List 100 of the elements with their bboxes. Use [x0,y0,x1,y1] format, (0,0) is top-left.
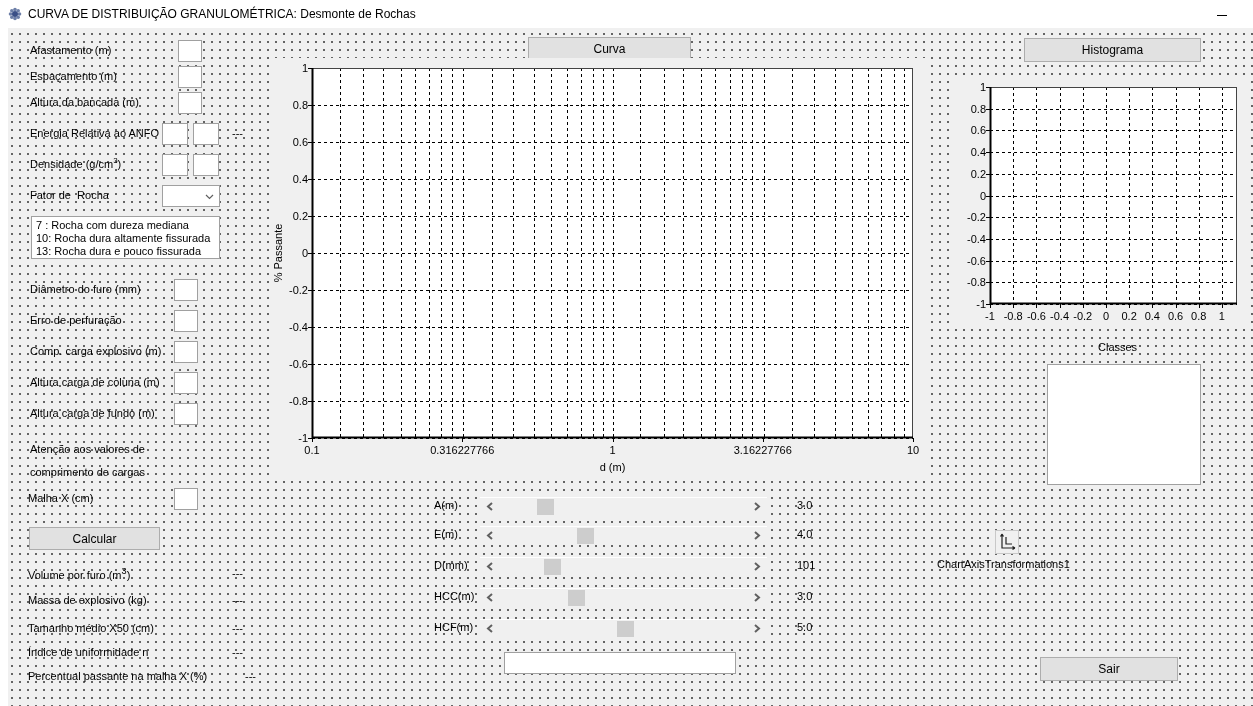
scrollbar-thumb[interactable] [544,559,562,575]
field-label: Espaçamento (m) [30,69,117,84]
field-label: Altura da bancada (m) [30,95,139,110]
result-label: Volume por furo (m$^{3}$) [28,564,131,583]
result-label: Percentual passante na malha X (%) [28,668,208,684]
tick-label: 1 [301,62,308,74]
tick-label: 0.6 [1167,310,1184,322]
result-label: Índice de uniformidade n [28,644,149,660]
chevron-right-icon[interactable] [753,531,761,540]
tick-label: 0.2 [292,210,308,222]
tick-label: -0.4 [289,321,308,333]
app-icon [8,7,22,21]
input-field[interactable] [178,92,202,114]
tick-label: 0.8 [970,102,986,115]
slider-value: 4.0 [797,527,813,542]
tick-label: -1 [985,310,995,322]
tick-label: 0 [979,189,986,202]
dropdown[interactable] [162,185,220,207]
value-text: --- [232,126,243,141]
chevron-left-icon[interactable] [486,593,494,602]
scrollbar-thumb[interactable] [617,621,635,637]
slider-value: 3.0 [797,498,813,513]
chart-component-icon[interactable] [995,530,1019,554]
tick-label: -0.8 [1003,310,1023,322]
tick-label: -0.6 [289,358,308,370]
tick-label: 10 [906,444,920,456]
tick-label: -0.4 [967,232,986,245]
field-label: Diâmetro do furo (mm) [30,282,141,297]
tick-label: 0.1 [304,444,320,456]
tick-label: 1 [979,81,986,93]
tick-label: -0.8 [967,276,986,289]
result-value: --- [232,565,244,581]
field-label: Afastamento (m) [30,43,112,58]
input-field[interactable] [178,40,202,62]
tick-label: 0.316227766 [430,444,495,456]
input-field[interactable] [174,372,198,394]
warning-text: comprimento de cargas [30,465,145,480]
chevron-right-icon[interactable] [753,593,761,602]
result-value: --- [232,620,244,636]
chevron-left-icon[interactable] [486,502,494,511]
tick-label: 0.8 [292,99,308,111]
histogram-button[interactable]: Histograma [1024,38,1201,62]
field-label: Malha X (cm) [28,491,94,506]
field-label: Altura carga de coluna (m) [30,375,160,390]
tick-label: -0.2 [967,211,986,224]
field-label: Altura carga de fundo (m) [30,406,155,421]
tick-label: 3.16227766 [733,444,792,456]
field-label: Fator de Rocha [30,188,109,203]
axis-title: d (m) [599,461,626,473]
input-field[interactable] [193,154,219,176]
tick-label: 0 [1102,310,1109,322]
input-field[interactable] [162,154,188,176]
warning-text: Atenção aos valores de [30,442,145,457]
chevron-right-icon[interactable] [753,624,761,633]
output-field[interactable] [504,652,736,674]
exit-button[interactable]: Sair [1040,657,1178,681]
list-box[interactable] [1047,364,1201,485]
calculate-button[interactable]: Calcular [29,527,160,550]
chevron-left-icon[interactable] [486,531,494,540]
tick-label: 0.2 [970,167,986,180]
scrollbar-thumb[interactable] [537,499,555,515]
tick-label: -0.8 [289,395,308,407]
input-field[interactable] [174,310,198,332]
slider-value: 5.0 [797,620,813,635]
list-label: Classes [1098,340,1138,355]
tick-label: 1 [1218,310,1225,322]
tick-label: -1 [976,298,986,310]
input-field[interactable] [174,403,198,425]
tick-label: -0.6 [1026,310,1046,322]
chevron-down-icon [205,194,214,200]
field-label: Erro de perfuração [30,313,122,328]
input-field[interactable] [193,123,219,145]
text-memo: 7 : Rocha com dureza mediana 10: Rocha dura altamente fissurada 13: Rocha dura e pouco fissurada [31,216,220,259]
input-field[interactable] [162,123,188,145]
slider-label: HCF(m) [434,620,474,635]
field-label: Densidade (g/cm$^{3}$) [30,157,122,172]
tick-label: 0.4 [292,173,308,185]
scrollbar-thumb[interactable] [577,528,595,544]
result-value: --- [245,668,257,684]
tick-label: -0.4 [1050,310,1070,322]
chevron-right-icon[interactable] [753,562,761,571]
chevron-right-icon[interactable] [753,502,761,511]
window-title: CURVA DE DISTRIBUIÇÃO GRANULOMÉTRICA: Desmonte de Rochas [28,7,416,21]
input-field[interactable] [174,488,198,510]
curve-button[interactable]: Curva [528,37,691,61]
chevron-left-icon[interactable] [486,624,494,633]
tick-label: 0.4 [970,146,986,159]
field-label: Comp. carga explosivo (m) [30,344,162,359]
input-field[interactable] [174,279,198,301]
slider-value: 3.0 [797,589,813,604]
result-value: --- [232,644,244,660]
input-field[interactable] [174,341,198,363]
tick-label: 0 [301,247,308,259]
slider-value: 101 [797,558,816,573]
scrollbar-thumb[interactable] [567,590,585,606]
input-field[interactable] [178,66,202,88]
component-name: ChartAxisTransformations1 [937,557,1070,572]
tick-label: 0.6 [970,124,986,137]
slider-label: D(mm) [434,558,468,573]
chevron-left-icon[interactable] [486,562,494,571]
